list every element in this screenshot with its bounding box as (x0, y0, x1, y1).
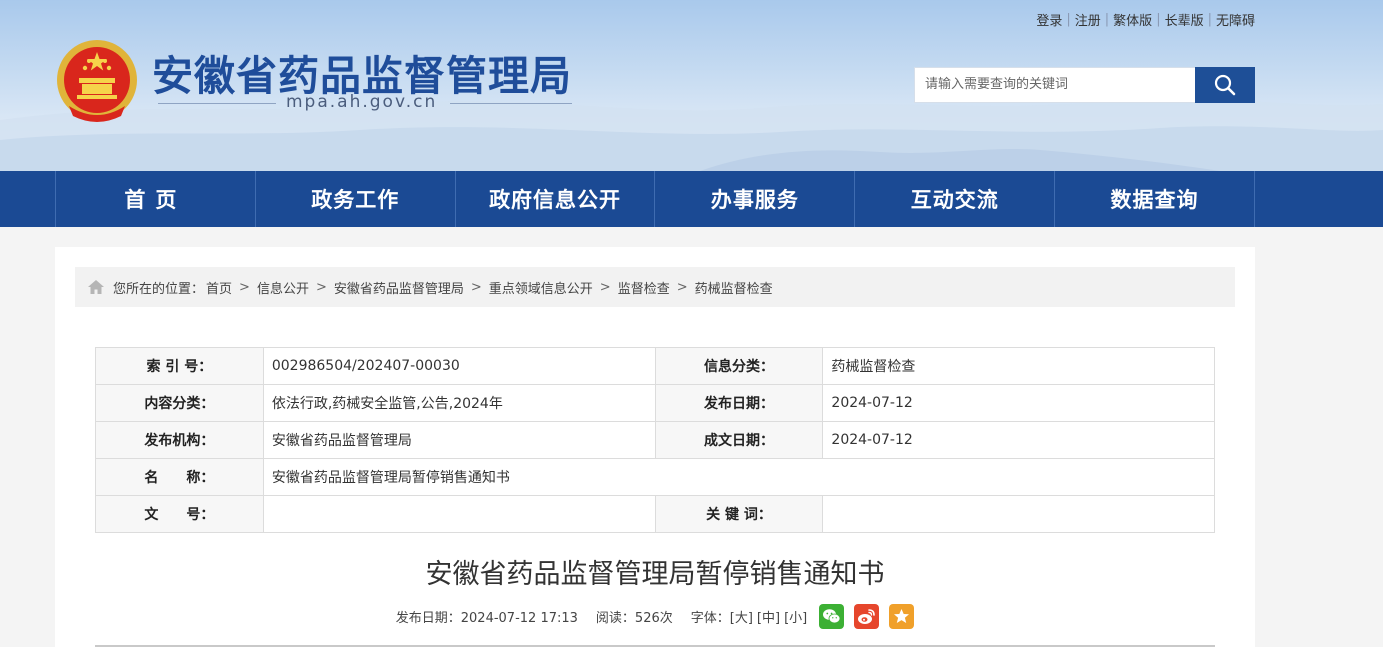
breadcrumb-info-disclosure[interactable]: 信息公开 (257, 278, 309, 297)
content-panel: 您所在的位置： 首页 > 信息公开 > 安徽省药品监督管理局 > 重点领域信息公… (55, 247, 1255, 647)
index-no-value: 002986504/202407-00030 (262, 347, 656, 385)
document-meta-table: 索 引 号： 002986504/202407-00030 信息分类： 药械监督… (95, 347, 1216, 533)
table-row: 名 称： 安徽省药品监督管理局暂停销售通知书 (95, 458, 1216, 496)
name-label: 名 称： (95, 458, 264, 496)
created-date-value: 2024-07-12 (822, 421, 1215, 459)
weibo-icon (858, 609, 876, 624)
table-row: 索 引 号： 002986504/202407-00030 信息分类： 药械监督… (95, 347, 1215, 385)
star-icon (894, 609, 910, 623)
name-value: 安徽省药品监督管理局暂停销售通知书 (262, 458, 1216, 496)
info-category-value: 药械监督检查 (822, 347, 1215, 385)
wechat-icon (823, 609, 841, 624)
search-input[interactable]: 请输入需要查询的关键词 (914, 67, 1196, 103)
publisher-value: 安徽省药品监督管理局 (262, 421, 656, 459)
font-size-label: 字体： (690, 611, 730, 626)
register-link[interactable]: 注册 (1075, 10, 1101, 29)
domain-divider-left (158, 103, 276, 104)
doc-no-value (262, 495, 656, 533)
article-read-count: 阅读：526次 (595, 611, 673, 626)
doc-no-label: 文 号： (95, 495, 264, 533)
site-header: 安徽省药品监督管理局 mpa.ah.gov.cn 登录 | 注册 | 繁体版 |… (0, 0, 1383, 171)
created-date-label: 成文日期： (654, 421, 824, 459)
publish-date-value: 2024-07-12 (822, 384, 1215, 422)
nav-item-home[interactable]: 首页 (56, 171, 256, 227)
magnifier-icon (1214, 74, 1236, 96)
info-category-label: 信息分类： (654, 347, 824, 385)
wechat-share-button[interactable] (819, 604, 845, 629)
keywords-value (822, 495, 1215, 533)
domain-divider-right (450, 103, 572, 104)
site-domain: mpa.ah.gov.cn (286, 92, 438, 112)
nav-item-government-work[interactable]: 政务工作 (256, 171, 456, 227)
breadcrumb-bureau[interactable]: 安徽省药品监督管理局 (334, 278, 464, 297)
nav-item-data-query[interactable]: 数据查询 (1055, 171, 1255, 227)
nav-item-info-disclosure[interactable]: 政府信息公开 (456, 171, 656, 227)
main-nav: 首页 政务工作 政府信息公开 办事服务 互动交流 数据查询 (0, 171, 1383, 227)
content-category-value: 依法行政,药械安全监管,公告,2024年 (262, 384, 656, 422)
nav-item-interaction[interactable]: 互动交流 (855, 171, 1056, 227)
login-link[interactable]: 登录 (1036, 10, 1062, 29)
font-small-button[interactable]: [小] (784, 607, 807, 626)
breadcrumb-prefix: 您所在的位置： (113, 281, 205, 297)
elder-version-link[interactable]: 长辈版 (1165, 10, 1204, 29)
breadcrumb: 您所在的位置： 首页 > 信息公开 > 安徽省药品监督管理局 > 重点领域信息公… (75, 267, 1235, 307)
index-no-label: 索 引 号： (95, 347, 264, 385)
font-large-button[interactable]: [大] (730, 607, 753, 626)
article-title: 安徽省药品监督管理局暂停销售通知书 (425, 559, 885, 590)
accessibility-link[interactable]: 无障碍 (1216, 10, 1255, 29)
publisher-label: 发布机构： (95, 421, 264, 459)
content-category-label: 内容分类： (95, 384, 264, 422)
article-meta: 发布日期：2024-07-12 17:13 阅读：526次 字体： [大] [中… (55, 604, 1255, 629)
national-emblem-icon (57, 40, 137, 122)
nav-item-services[interactable]: 办事服务 (655, 171, 856, 227)
breadcrumb-home[interactable]: 首页 (206, 278, 232, 297)
traditional-chinese-link[interactable]: 繁体版 (1113, 10, 1152, 29)
publish-date-label: 发布日期： (654, 384, 824, 422)
table-row: 发布机构： 安徽省药品监督管理局 成文日期： 2024-07-12 (95, 421, 1215, 459)
keywords-label: 关 键 词： (654, 495, 824, 533)
table-row: 文 号： 关 键 词： (95, 495, 1215, 533)
article-publish-date: 发布日期：2024-07-12 17:13 (395, 611, 578, 626)
home-icon (87, 279, 105, 295)
search-button[interactable] (1195, 67, 1255, 103)
favorite-button[interactable] (889, 604, 915, 629)
weibo-share-button[interactable] (854, 604, 880, 629)
breadcrumb-device-inspection[interactable]: 药械监督检查 (695, 278, 773, 297)
breadcrumb-key-areas[interactable]: 重点领域信息公开 (489, 278, 593, 297)
top-links: 登录 | 注册 | 繁体版 | 长辈版 | 无障碍 (1036, 10, 1255, 29)
breadcrumb-supervision[interactable]: 监督检查 (618, 278, 670, 297)
font-medium-button[interactable]: [中] (757, 607, 780, 626)
table-row: 内容分类： 依法行政,药械安全监管,公告,2024年 发布日期： 2024-07… (95, 384, 1215, 422)
